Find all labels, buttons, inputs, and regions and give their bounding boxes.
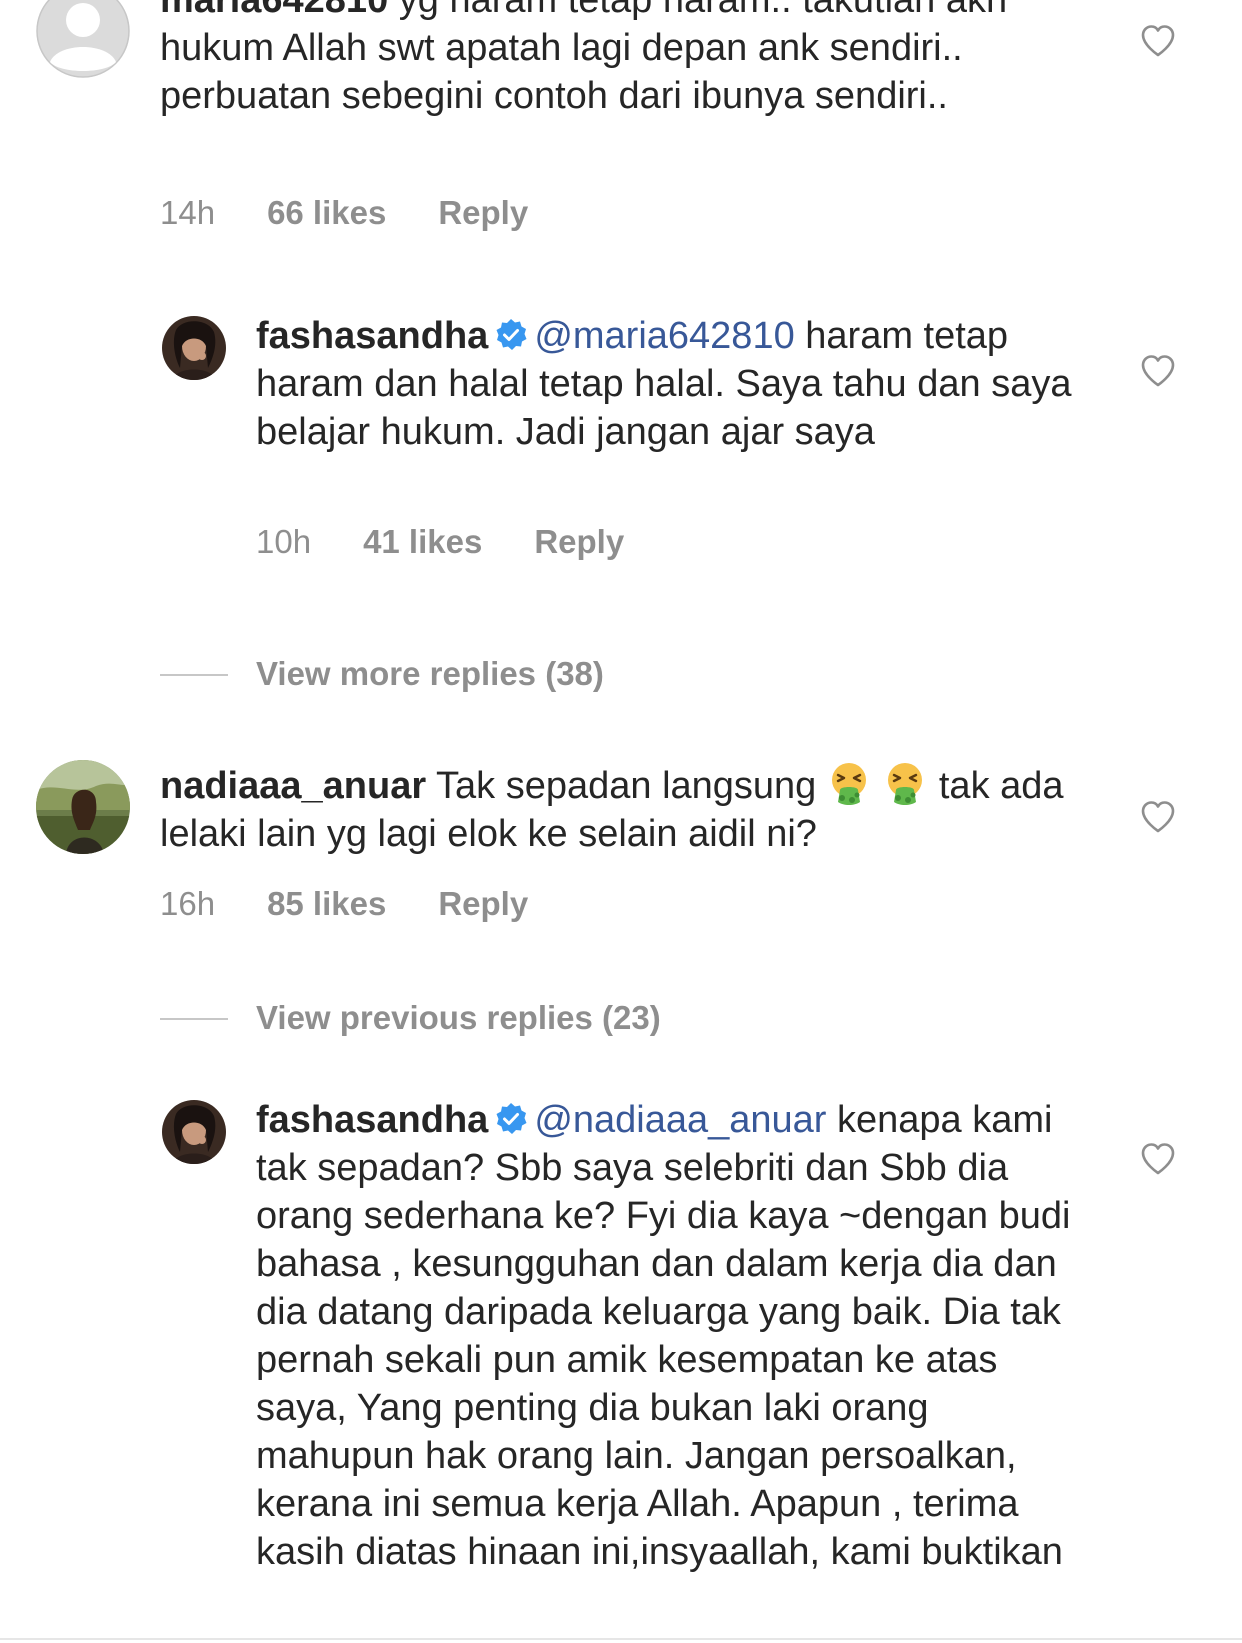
profile-photo: [36, 760, 130, 854]
comment-likes[interactable]: 85 likes: [267, 884, 386, 924]
profile-photo: [162, 1100, 226, 1164]
comments-screen: maria642810 yg haram tetap haram.. takut…: [0, 0, 1242, 1643]
reply-mention[interactable]: @maria642810: [534, 315, 794, 357]
reply-button[interactable]: Reply: [438, 193, 528, 233]
reply-button[interactable]: Reply: [438, 884, 528, 924]
reply-text: fashasandha @nadiaaa_anuar kenapa kami t…: [256, 1096, 1086, 1576]
avatar[interactable]: [36, 0, 130, 78]
avatar[interactable]: [162, 1100, 226, 1164]
nauseated-face-icon: [888, 763, 923, 805]
reply-fashasandha: fashasandha @nadiaaa_anuar kenapa kami t…: [0, 1099, 1242, 1643]
avatar[interactable]: [36, 760, 130, 854]
comment-meta: 14h 66 likes Reply: [160, 193, 528, 233]
reply-button[interactable]: Reply: [534, 522, 624, 562]
reply-meta: 10h 41 likes Reply: [256, 522, 624, 562]
reply-fashasandha: fashasandha @maria642810 haram tetap har…: [0, 315, 1242, 576]
view-more-label: View more replies (38): [256, 655, 604, 692]
comment-likes[interactable]: 66 likes: [267, 193, 386, 233]
reply-time: 10h: [256, 523, 312, 560]
reply-mention[interactable]: @nadiaaa_anuar: [534, 1099, 826, 1141]
like-heart-icon[interactable]: [1140, 354, 1176, 388]
like-heart-icon[interactable]: [1140, 24, 1176, 58]
reply-username[interactable]: fashasandha: [256, 1099, 488, 1141]
like-heart-icon[interactable]: [1140, 1142, 1176, 1176]
comment-text: maria642810 yg haram tetap haram.. takut…: [160, 0, 1090, 120]
divider-line: [160, 1018, 228, 1020]
comment-meta: 16h 85 likes Reply: [160, 884, 528, 924]
comment-username[interactable]: maria642810: [160, 0, 388, 21]
reply-text: fashasandha @maria642810 haram tetap har…: [256, 312, 1086, 456]
reply-body: kenapa kami tak sepadan? Sbb saya selebr…: [256, 1099, 1071, 1573]
default-avatar-icon: [36, 0, 130, 78]
avatar[interactable]: [162, 316, 226, 380]
comment-nadiaaa_anuar: nadiaaa_anuar Tak sepadan langsung tak a…: [0, 760, 1242, 940]
screen-bottom-edge: [0, 1638, 1242, 1640]
reply-likes[interactable]: 41 likes: [363, 522, 482, 562]
divider-line: [160, 674, 228, 676]
comment-maria642810: maria642810 yg haram tetap haram.. takut…: [0, 0, 1242, 260]
comment-time: 14h: [160, 194, 216, 231]
verified-badge-icon: [496, 1103, 527, 1134]
comment-body: Tak sepadan langsung: [436, 765, 817, 807]
comment-time: 16h: [160, 885, 216, 922]
comment-username[interactable]: nadiaaa_anuar: [160, 765, 426, 807]
view-previous-label: View previous replies (23): [256, 999, 661, 1036]
like-heart-icon[interactable]: [1140, 800, 1176, 834]
reply-username[interactable]: fashasandha: [256, 315, 488, 357]
comment-text: nadiaaa_anuar Tak sepadan langsung tak a…: [160, 760, 1090, 858]
profile-photo: [162, 316, 226, 380]
nauseated-face-icon: [832, 763, 867, 805]
verified-badge-icon: [496, 319, 527, 350]
